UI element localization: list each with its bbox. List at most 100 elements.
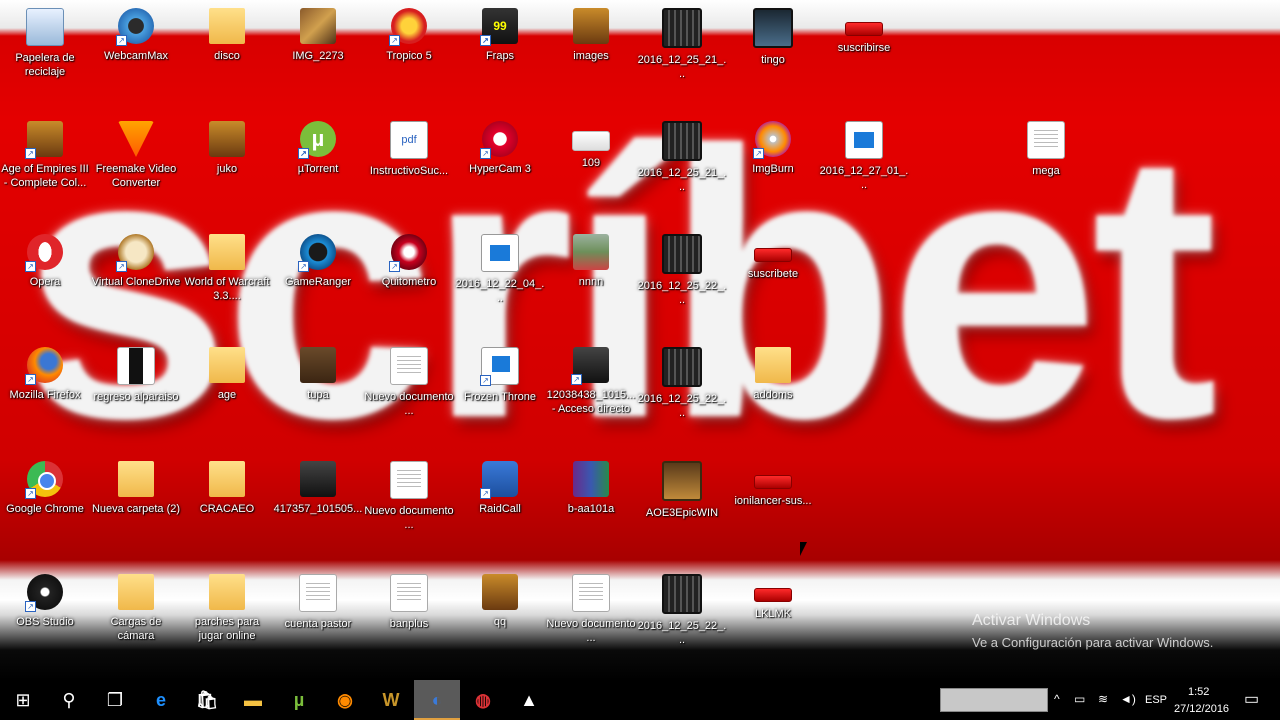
desktop-icon[interactable]: ↗ Google Chrome xyxy=(0,457,90,569)
desktop-icon[interactable]: suscribirse xyxy=(819,4,909,116)
network-icon[interactable]: ≋ xyxy=(1098,692,1108,706)
desktop-icon[interactable]: IMG_2273 xyxy=(273,4,363,116)
desktop-icon[interactable]: ↗ Virtual CloneDrive xyxy=(91,230,181,342)
desktop-icon[interactable]: ↗ 12038438_1015... - Acceso directo xyxy=(546,343,636,455)
taskbar-app-button[interactable]: ▲ xyxy=(506,680,552,720)
desktop-icon[interactable]: LKLMK xyxy=(728,570,818,680)
desktop-icon[interactable]: parches para jugar online xyxy=(182,570,272,680)
desktop-icon[interactable]: 99 ↗ Fraps xyxy=(455,4,545,116)
show-hidden-icons-button[interactable]: ^ xyxy=(1054,692,1060,706)
desktop-icon[interactable]: World of Warcraft 3.3.... xyxy=(182,230,272,342)
desktop-icon[interactable]: nnnn xyxy=(546,230,636,342)
desktop-icon-label: suscribirse xyxy=(837,42,891,54)
desktop-icon[interactable]: AOE3EpicWIN xyxy=(637,457,727,569)
recording-toolbar[interactable] xyxy=(940,688,1048,712)
clock-date[interactable]: 27/12/2016 xyxy=(1174,703,1229,715)
desktop-icon[interactable]: images xyxy=(546,4,636,116)
desktop-icon[interactable]: banplus xyxy=(364,570,454,680)
desktop-icon[interactable]: 2016_12_25_22_... xyxy=(637,230,727,342)
image-file-icon xyxy=(572,131,610,151)
shortcut-arrow-icon: ↗ xyxy=(298,261,309,272)
desktop-icon[interactable]: µ ↗ µTorrent xyxy=(273,117,363,229)
taskbar-app-button[interactable]: ◍ xyxy=(460,680,506,720)
desktop-icon-label: HyperCam 3 xyxy=(469,163,531,175)
desktop-icon-label: regreso alparaiso xyxy=(93,391,179,403)
volume-icon[interactable]: ◄) xyxy=(1120,692,1136,706)
utorrent-icon: µ ↗ xyxy=(298,121,336,159)
desktop-icon[interactable]: suscribete xyxy=(728,230,818,342)
taskbar-app-button[interactable]: ◉ xyxy=(322,680,368,720)
desktop-icon-label: addoms xyxy=(753,389,793,401)
desktop-icon[interactable]: 2016_12_25_21_... xyxy=(637,117,727,229)
desktop-icon[interactable]: regreso alparaiso xyxy=(91,343,181,455)
taskbar-app-button[interactable]: 🛍 xyxy=(184,680,230,720)
start-button[interactable]: ⊞ xyxy=(0,680,46,720)
video-file-icon xyxy=(662,347,702,387)
desktop-icon[interactable]: ↗ Age of Empires III - Complete Col... xyxy=(0,117,90,229)
desktop-icon[interactable]: b-aa101a xyxy=(546,457,636,569)
taskbar-app-button[interactable]: µ xyxy=(276,680,322,720)
taskbar-app-button[interactable]: ▬ xyxy=(230,680,276,720)
desktop-icon[interactable]: disco xyxy=(182,4,272,116)
desktop-icon[interactable]: juko xyxy=(182,117,272,229)
desktop-icon[interactable]: ↗ HyperCam 3 xyxy=(455,117,545,229)
desktop-icon[interactable]: ↗ WebcamMax xyxy=(91,4,181,116)
taskbar-app-button[interactable]: ◐ xyxy=(414,680,460,720)
desktop-icon[interactable]: 417357_101505... xyxy=(273,457,363,569)
desktop-icon[interactable]: pdf InstructivoSuc... xyxy=(364,117,454,229)
battery-icon[interactable]: ▭ xyxy=(1074,692,1085,706)
desktop-icon[interactable]: 2016_12_22_04_... xyxy=(455,230,545,342)
search-button[interactable]: ⚲ xyxy=(46,680,92,720)
desktop-icon[interactable]: ↗ Tropico 5 xyxy=(364,4,454,116)
taskbar-app-button[interactable]: e xyxy=(138,680,184,720)
desktop-icon[interactable]: Nueva carpeta (2) xyxy=(91,457,181,569)
desktop-icon[interactable]: Nuevo documento ... xyxy=(546,570,636,680)
clock-time[interactable]: 1:52 xyxy=(1188,686,1209,698)
warcraft-icon: W xyxy=(382,690,400,710)
desktop-icon[interactable]: 109 xyxy=(546,117,636,229)
desktop-icon-label: 2016_12_25_22_... xyxy=(637,620,727,646)
desktop-icon[interactable]: ↗ Frozen Throne xyxy=(455,343,545,455)
desktop-icon[interactable]: age xyxy=(182,343,272,455)
desktop-icon[interactable]: ↗ RaidCall xyxy=(455,457,545,569)
shortcut-arrow-icon: ↗ xyxy=(25,374,36,385)
desktop-icon[interactable]: cuenta pastor xyxy=(273,570,363,680)
desktop-icon[interactable]: ↗ Mozilla Firefox xyxy=(0,343,90,455)
desktop-icon-label: Fraps xyxy=(485,50,515,62)
desktop-icon[interactable]: tupa xyxy=(273,343,363,455)
language-indicator[interactable]: ESP xyxy=(1145,694,1167,706)
desktop-icon[interactable]: Cargas de cámara xyxy=(91,570,181,680)
desktop-icon-label: mega xyxy=(1032,165,1060,177)
desktop-icon[interactable]: ↗ GameRanger xyxy=(273,230,363,342)
desktop-icon[interactable]: ↗ Opera xyxy=(0,230,90,342)
desktop-icon[interactable]: CRACAEO xyxy=(182,457,272,569)
desktop-icon[interactable]: 2016_12_25_22_... xyxy=(637,570,727,680)
desktop-icon[interactable]: Nuevo documento ... xyxy=(364,457,454,569)
webcam-icon: ↗ xyxy=(116,8,154,46)
desktop[interactable]: scríbet Papelera de reciclaje ↗ WebcamMax d… xyxy=(0,0,1280,680)
taskbar-app-button[interactable]: W xyxy=(368,680,414,720)
notification-center-icon[interactable]: ▭ xyxy=(1244,689,1259,709)
shortcut-arrow-icon: ↗ xyxy=(116,35,127,46)
desktop-icon[interactable]: ↗ OBS Studio xyxy=(0,570,90,680)
desktop-icon[interactable]: addoms xyxy=(728,343,818,455)
task-view-button[interactable]: ❐ xyxy=(92,680,138,720)
desktop-icon[interactable]: mega xyxy=(1001,117,1091,229)
winrar-icon xyxy=(573,461,609,497)
shortcut-arrow-icon: ↗ xyxy=(25,148,36,159)
desktop-icon[interactable]: Nuevo documento ... xyxy=(364,343,454,455)
desktop-icon[interactable]: ↗ Freemake Video Converter xyxy=(91,117,181,229)
desktop-icon-label: LKLMK xyxy=(754,608,792,620)
file-explorer-icon: ▬ xyxy=(244,690,262,710)
desktop-icon-label: suscribete xyxy=(747,268,799,280)
desktop-icon[interactable]: 2016_12_25_21_... xyxy=(637,4,727,116)
desktop-icon[interactable]: qq xyxy=(455,570,545,680)
desktop-icon[interactable]: Papelera de reciclaje xyxy=(0,4,90,116)
desktop-icon[interactable]: tingo xyxy=(728,4,818,116)
desktop-icon[interactable]: 2016_12_27_01_... xyxy=(819,117,909,229)
desktop-icon[interactable]: 2016_12_25_22_... xyxy=(637,343,727,455)
desktop-icon[interactable]: ↗ ImgBurn xyxy=(728,117,818,229)
photo-icon xyxy=(300,461,336,497)
desktop-icon[interactable]: ↗ Quitometro xyxy=(364,230,454,342)
desktop-icon-label: Nueva carpeta (2) xyxy=(91,503,181,515)
